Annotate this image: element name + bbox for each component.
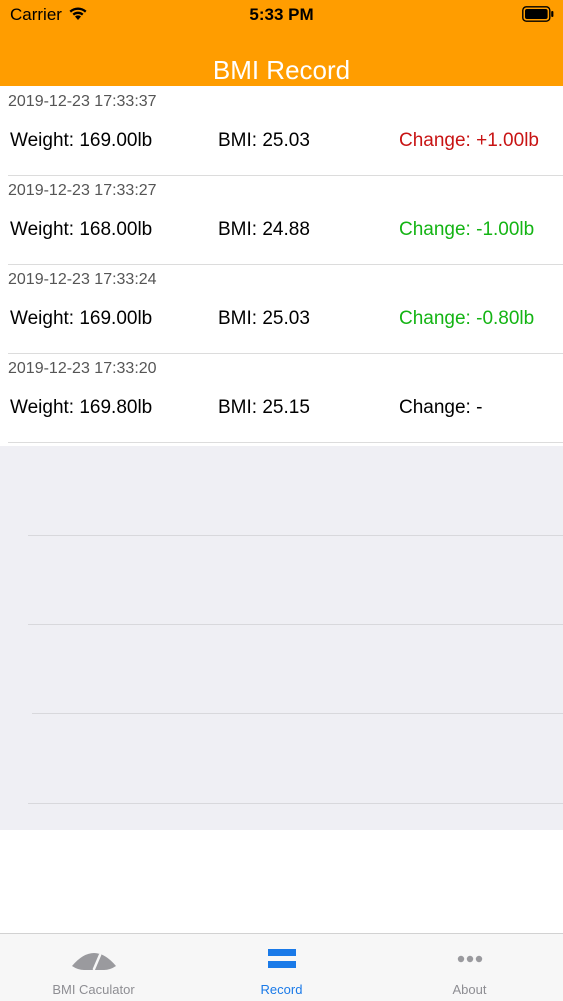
status-bar: Carrier 5:33 PM	[0, 0, 563, 30]
record-bmi: BMI: 24.88	[218, 219, 310, 240]
record-timestamp: 2019-12-23 17:33:20	[8, 360, 157, 377]
record-row[interactable]: 2019-12-23 17:33:24 Weight: 169.00lb BMI…	[0, 265, 563, 354]
record-row[interactable]: 2019-12-23 17:33:20 Weight: 169.80lb BMI…	[0, 354, 563, 443]
record-timestamp: 2019-12-23 17:33:37	[8, 93, 157, 110]
tab-label: BMI Caculator	[52, 982, 135, 997]
tab-about[interactable]: About	[376, 934, 563, 1001]
more-icon	[457, 955, 482, 963]
record-timestamp: 2019-12-23 17:33:27	[8, 182, 157, 199]
tab-label: Record	[260, 982, 303, 997]
record-weight: Weight: 169.80lb	[10, 397, 153, 418]
record-timestamp: 2019-12-23 17:33:24	[8, 271, 157, 288]
page-title: BMI Record	[212, 55, 351, 85]
header: Carrier 5:33 PM BMI Record	[0, 0, 563, 86]
empty-row-separator	[28, 803, 563, 804]
battery-icon	[522, 6, 554, 22]
tab-record[interactable]: Record	[188, 934, 375, 1001]
status-time: 5:33 PM	[249, 5, 314, 24]
record-row[interactable]: 2019-12-23 17:33:37 Weight: 169.00lb BMI…	[0, 87, 563, 176]
record-weight: Weight: 169.00lb	[10, 308, 153, 329]
empty-row-separator	[28, 535, 563, 536]
empty-list-area	[0, 446, 563, 830]
record-bmi: BMI: 25.03	[218, 130, 310, 151]
record-weight: Weight: 168.00lb	[10, 219, 153, 240]
record-bmi: BMI: 25.15	[218, 397, 310, 418]
record-change: Change: -1.00lb	[399, 219, 535, 240]
tab-bar: BMI Caculator Record About	[0, 933, 563, 1001]
record-list: 2019-12-23 17:33:37 Weight: 169.00lb BMI…	[0, 87, 563, 443]
record-row[interactable]: 2019-12-23 17:33:27 Weight: 168.00lb BMI…	[0, 176, 563, 265]
record-weight: Weight: 169.00lb	[10, 130, 153, 151]
record-change: Change: -0.80lb	[399, 308, 535, 329]
empty-row-separator	[28, 624, 563, 625]
gauge-icon	[71, 953, 116, 971]
empty-row-separator	[32, 713, 563, 714]
record-list-icon	[267, 949, 296, 968]
record-change: Change: +1.00lb	[399, 130, 539, 151]
record-bmi: BMI: 25.03	[218, 308, 310, 329]
record-change: Change: -	[399, 397, 483, 418]
tab-label: About	[452, 982, 487, 997]
tab-bmi-calculator[interactable]: BMI Caculator	[0, 934, 187, 1001]
